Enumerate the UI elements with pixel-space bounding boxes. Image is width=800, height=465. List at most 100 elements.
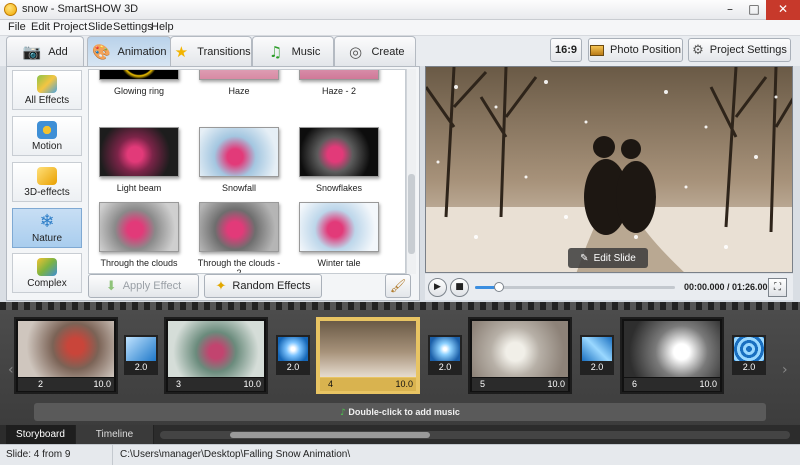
- slide-thumbnail[interactable]: 2 10.0: [14, 317, 118, 394]
- cube-icon: [37, 167, 57, 185]
- tab-animation[interactable]: 🎨 Animation: [87, 36, 171, 67]
- photo-icon: [590, 44, 605, 56]
- edit-slide-button[interactable]: ✎ Edit Slide: [568, 248, 648, 268]
- effect-label: Snowfall: [221, 183, 257, 193]
- tab-transitions[interactable]: ★ Transitions: [170, 36, 252, 66]
- star-icon: ★: [174, 42, 189, 61]
- slide-image: [168, 321, 264, 377]
- tab-music[interactable]: ♫ Music: [252, 36, 334, 66]
- clear-effect-button[interactable]: 🖌: [385, 274, 411, 298]
- transition-thumbnail[interactable]: 2.0: [276, 335, 310, 375]
- slide-thumbnail[interactable]: 3 10.0: [164, 317, 268, 394]
- down-arrow-icon: ⬇: [105, 278, 117, 294]
- tab-create[interactable]: ◎ Create: [334, 36, 416, 66]
- time-readout: 00:00.000 / 01:26.000: [684, 282, 773, 292]
- transition-thumbnail[interactable]: 2.0: [732, 335, 766, 375]
- category-complex[interactable]: Complex: [12, 253, 82, 293]
- effect-snowfall[interactable]: Snowfall: [194, 127, 284, 193]
- seek-thumb[interactable]: [494, 282, 504, 292]
- tab-storyboard[interactable]: Storyboard: [6, 425, 76, 444]
- seek-track[interactable]: [475, 282, 675, 292]
- snowflake-icon: ❄: [39, 211, 55, 232]
- slide-info-bar: 4 10.0: [320, 378, 416, 391]
- scrollbar-thumb[interactable]: [408, 174, 415, 254]
- apply-effect-label: Apply Effect: [122, 280, 182, 292]
- minimize-button[interactable]: –: [718, 0, 742, 20]
- transition-thumbnail[interactable]: 2.0: [580, 335, 614, 375]
- menu-settings[interactable]: Settings: [113, 21, 153, 33]
- transition-thumbnail[interactable]: 2.0: [124, 335, 158, 375]
- menu-slide[interactable]: Slide: [88, 21, 112, 33]
- transition-image: [582, 337, 612, 361]
- music-track[interactable]: ♪ Double-click to add music: [34, 403, 766, 421]
- effect-label: Winter tale: [317, 258, 361, 268]
- menu-bar: File Edit Project Slide Settings Help: [0, 20, 800, 36]
- menu-file[interactable]: File: [8, 21, 26, 33]
- category-label: All Effects: [24, 95, 70, 106]
- category-3d-effects[interactable]: 3D-effects: [12, 162, 82, 202]
- effect-haze-2[interactable]: Haze - 2: [294, 70, 384, 96]
- scroll-right-icon[interactable]: ›: [782, 362, 788, 378]
- tab-add[interactable]: 📷 Add: [6, 36, 84, 66]
- effect-label: Through the clouds: [100, 258, 178, 268]
- window-title: snow - SmartSHOW 3D: [22, 3, 139, 15]
- film-strip-top: [0, 302, 800, 310]
- slide-info-bar: 2 10.0: [18, 378, 114, 391]
- transition-image: [278, 337, 308, 361]
- effect-label: Through the clouds - 2: [197, 258, 281, 274]
- maximize-button[interactable]: □: [742, 0, 766, 20]
- transition-thumbnail[interactable]: 2.0: [428, 335, 462, 375]
- storyboard-scroll-thumb[interactable]: [230, 432, 430, 438]
- music-hint: Double-click to add music: [348, 407, 460, 417]
- effect-glowing-ring[interactable]: Glowing ring: [94, 70, 184, 96]
- fullscreen-button[interactable]: ⛶: [768, 278, 787, 297]
- category-nature[interactable]: ❄ Nature: [12, 208, 82, 248]
- scroll-left-icon[interactable]: ‹: [8, 362, 14, 378]
- close-button[interactable]: ✕: [766, 0, 800, 20]
- menu-project[interactable]: Project: [53, 21, 87, 33]
- effect-through-the-clouds-2[interactable]: Through the clouds - 2: [194, 202, 284, 274]
- preview-window[interactable]: ✎ Edit Slide: [425, 66, 793, 273]
- category-label: Nature: [31, 233, 62, 244]
- effect-haze[interactable]: Haze: [194, 70, 284, 96]
- slide-thumbnail-selected[interactable]: 4 10.0: [316, 317, 420, 394]
- stop-button[interactable]: ■: [450, 278, 469, 297]
- effect-winter-tale[interactable]: Winter tale: [294, 202, 384, 268]
- play-button[interactable]: ▶: [428, 278, 447, 297]
- storyboard-scrollbar[interactable]: [160, 431, 790, 439]
- disc-icon: ◎: [348, 42, 363, 61]
- effect-label: Snowflakes: [315, 183, 363, 193]
- transition-image: [734, 337, 764, 361]
- aspect-ratio-button[interactable]: 16:9: [550, 38, 582, 62]
- main-toolbar: 📷 Add 🎨 Animation ★ Transitions ♫ Music …: [0, 36, 800, 67]
- status-path: C:\Users\manager\Desktop\Falling Snow An…: [120, 449, 351, 460]
- apply-effect-button[interactable]: ⬇ Apply Effect: [88, 274, 199, 298]
- transition-duration: 2.0: [286, 362, 300, 372]
- effect-thumbnail: [99, 127, 179, 177]
- photo-position-button[interactable]: Photo Position: [588, 38, 683, 62]
- effects-scrollbar[interactable]: [406, 69, 416, 274]
- preview-image: [426, 67, 792, 272]
- slide-number: 5: [480, 379, 486, 389]
- category-all-effects[interactable]: All Effects: [12, 70, 82, 110]
- menu-edit[interactable]: Edit: [31, 21, 50, 33]
- effect-snowflakes[interactable]: Snowflakes: [294, 127, 384, 193]
- project-settings-button[interactable]: ⚙ Project Settings: [688, 38, 791, 62]
- slide-thumbnail[interactable]: 6 10.0: [620, 317, 724, 394]
- slide-thumbnail[interactable]: 5 10.0: [468, 317, 572, 394]
- music-note-icon: ♪: [340, 408, 346, 418]
- app-icon: [4, 3, 17, 16]
- menu-help[interactable]: Help: [151, 21, 174, 33]
- effect-through-the-clouds[interactable]: Through the clouds: [94, 202, 184, 268]
- slide-number: 2: [38, 379, 44, 389]
- layers-icon: [37, 258, 57, 276]
- tab-music-label: Music: [291, 45, 321, 58]
- category-motion[interactable]: Motion: [12, 116, 82, 156]
- random-effects-button[interactable]: ✦ Random Effects: [204, 274, 322, 298]
- effect-light-beam[interactable]: Light beam: [94, 127, 184, 193]
- effect-thumbnail: [99, 70, 179, 80]
- tab-timeline[interactable]: Timeline: [76, 425, 154, 444]
- status-slide: Slide: 4 from 9: [6, 449, 71, 460]
- random-effects-label: Random Effects: [232, 280, 311, 292]
- effects-grid: Glowing ring Haze Haze - 2 Light beam Sn…: [88, 69, 406, 274]
